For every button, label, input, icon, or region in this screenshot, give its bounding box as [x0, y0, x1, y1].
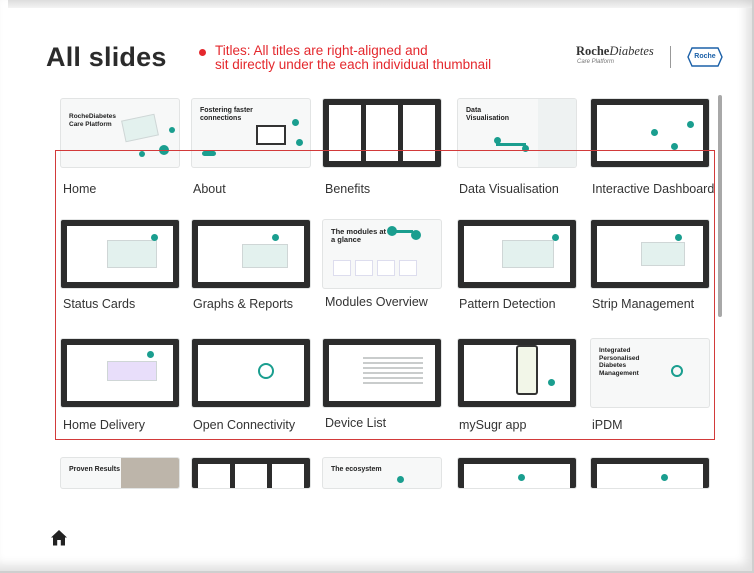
slide-title-mysugr-app[interactable]: mySugr app [459, 418, 589, 432]
slide-title-open-connectivity[interactable]: Open Connectivity [193, 418, 323, 432]
thumb-dot [387, 226, 397, 236]
thumb-dot [397, 476, 404, 483]
thumb-mysugr-app[interactable] [458, 339, 576, 407]
thumb-panel [235, 464, 267, 488]
thumb-dot [494, 137, 501, 144]
thumb-screen [641, 242, 685, 266]
brand-divider [670, 46, 671, 68]
thumb-about-text: Fostering faster connections [200, 107, 253, 122]
thumb-row4-slide-5[interactable] [591, 458, 709, 488]
thumb-screen [107, 361, 157, 381]
slide-title-interactive-dashboard[interactable]: Interactive Dashboard [592, 182, 722, 196]
thumb-row4-slide-4[interactable] [458, 458, 576, 488]
slide-title-about[interactable]: About [193, 182, 323, 196]
thumb-phone [516, 345, 538, 395]
thumb-dot [272, 234, 279, 241]
app-frame: All slides Titles: All titles are right-… [0, 0, 754, 573]
slide-title-device-list[interactable]: Device List [325, 416, 455, 430]
thumb-proven-results[interactable]: Proven Results [61, 458, 179, 488]
thumb-screen [242, 244, 288, 268]
thumb-dot [651, 129, 658, 136]
thumb-dot [675, 234, 682, 241]
roche-logo: Roche [687, 47, 723, 67]
slide-title-strip-management[interactable]: Strip Management [592, 297, 722, 311]
thumb-device-rows [363, 357, 423, 387]
thumb-dot [411, 230, 421, 240]
annotation-line-2: sit directly under the each individual t… [215, 57, 492, 72]
brand-subtitle: Care Platform [577, 59, 615, 65]
thumb-device-list[interactable] [323, 339, 441, 407]
thumb-panel [272, 464, 304, 488]
brand-header: RocheDiabetes Care Platform Roche [576, 44, 726, 74]
annotation-line-1: Titles: All titles are right-aligned and [215, 43, 428, 58]
thumb-ecosystem-text: The ecosystem [331, 466, 382, 473]
thumb-screen [256, 125, 286, 145]
thumb-status-cards[interactable] [61, 220, 179, 288]
thumb-dot [552, 234, 559, 241]
slide-title-status-cards[interactable]: Status Cards [63, 297, 193, 311]
thumb-card [377, 260, 395, 276]
thumb-dot [518, 474, 525, 481]
thumb-dot [151, 234, 158, 241]
thumb-row4-benefits[interactable] [192, 458, 310, 488]
slide-title-graphs-reports[interactable]: Graphs & Reports [193, 297, 323, 311]
thumb-pattern-detection[interactable] [458, 220, 576, 288]
thumb-dot [671, 143, 678, 150]
thumb-photo [121, 458, 179, 488]
thumb-lock-ring [258, 363, 274, 379]
brand-name-bold: Roche [576, 44, 610, 58]
slide-title-benefits[interactable]: Benefits [325, 182, 455, 196]
thumb-card [399, 260, 417, 276]
design-annotation: Titles: All titles are right-aligned and… [199, 44, 559, 72]
thumb-panel [198, 345, 304, 401]
thumb-dot [292, 119, 299, 126]
roche-logo-text: Roche [694, 53, 716, 60]
slide-title-pattern-detection[interactable]: Pattern Detection [459, 297, 589, 311]
vertical-scrollbar[interactable] [718, 95, 722, 317]
thumb-graphs-reports[interactable] [192, 220, 310, 288]
thumb-dot [296, 139, 303, 146]
thumb-card [355, 260, 373, 276]
thumb-ecosystem[interactable]: The ecosystem [323, 458, 441, 488]
home-icon [51, 530, 67, 546]
thumb-ipdm-text: Integrated Personalised Diabetes Managem… [599, 347, 640, 377]
thumb-home-text: RocheDiabetes Care Platform [69, 113, 116, 128]
thumb-dot [687, 121, 694, 128]
page-title: All slides [46, 42, 167, 72]
thumb-proven-text: Proven Results [69, 466, 120, 473]
brand-name-italic: Diabetes [609, 44, 654, 58]
slide-title-home[interactable]: Home [63, 182, 193, 196]
thumb-dot [548, 379, 555, 386]
thumb-modules-overview[interactable]: The modules at a glance [323, 220, 441, 288]
thumb-screen [107, 240, 157, 268]
thumb-strip-management[interactable] [591, 220, 709, 288]
thumb-screen [502, 240, 554, 268]
slide-title-ipdm[interactable]: iPDM [592, 418, 722, 432]
thumb-panel [597, 464, 703, 488]
thumb-panel [198, 464, 230, 488]
thumb-ipdm[interactable]: Integrated Personalised Diabetes Managem… [591, 339, 709, 407]
thumb-open-connectivity[interactable] [192, 339, 310, 407]
thumb-card [333, 260, 351, 276]
thumb-datavis-text: Data Visualisation [466, 107, 510, 122]
annotation-bullet [199, 49, 206, 56]
thumb-person-icon [671, 365, 683, 377]
home-button[interactable] [50, 529, 68, 547]
thumb-modules-text: The modules at a glance [331, 227, 387, 244]
thumb-dot [169, 127, 175, 133]
thumb-dot [147, 351, 154, 358]
slide-title-data-visualisation[interactable]: Data Visualisation [459, 182, 589, 196]
thumb-chain [496, 143, 526, 146]
thumb-dot [661, 474, 668, 481]
slide-title-home-delivery[interactable]: Home Delivery [63, 418, 193, 432]
slide-title-modules-overview[interactable]: Modules Overview [325, 295, 455, 309]
thumb-panel [464, 464, 570, 488]
thumb-home-delivery[interactable] [61, 339, 179, 407]
